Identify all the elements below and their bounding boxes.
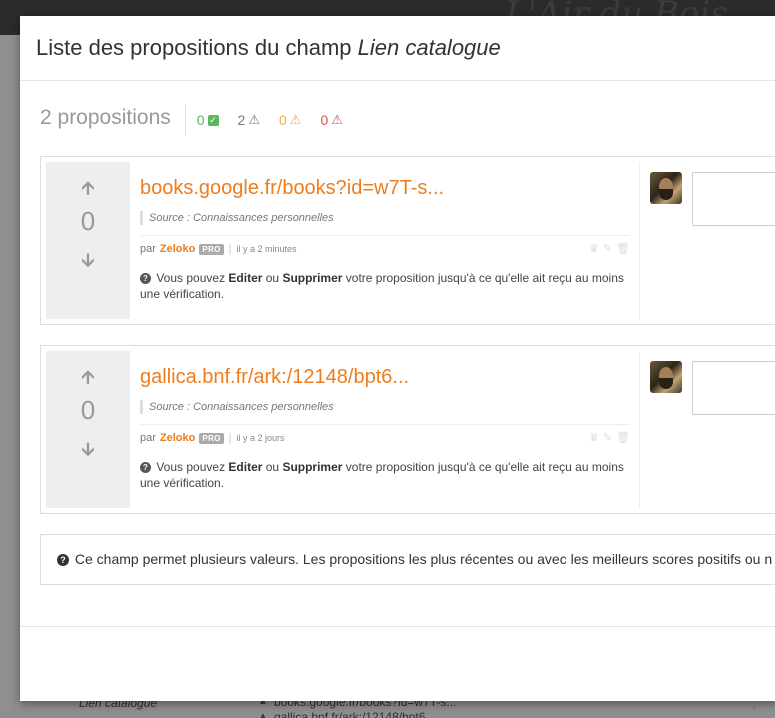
notice-text: ou [262, 460, 283, 474]
divider [140, 424, 630, 425]
edit-word: Editer [228, 460, 263, 474]
divider [140, 235, 630, 236]
proposition-stats: 2 propositions 0 ✓ 2 ⚠ 0 ⚠ 0 ⚠ [40, 104, 343, 136]
modal-title: Liste des propositions du champ Lien cat… [36, 35, 764, 61]
question-circle-icon: ? [57, 554, 69, 566]
proposal-source: Source : Connaissances personnelles [140, 400, 630, 414]
avatar [650, 361, 682, 393]
question-circle-icon: ? [140, 462, 151, 473]
notice-text: Vous pouvez [156, 460, 229, 474]
modal-header: Liste des propositions du champ Lien cat… [20, 16, 775, 81]
meta-separator: | [228, 243, 232, 255]
avatar [650, 172, 682, 204]
proposal-meta: par Zeloko PRO | il y a 2 jours ♛ ✎ 🗑 [140, 431, 630, 445]
vote-score: 0 [80, 395, 96, 425]
proposal-actions: ♛ ✎ 🗑 [589, 242, 630, 255]
trash-icon[interactable]: 🗑 [616, 242, 630, 255]
proposal-link[interactable]: gallica.bnf.fr/ark:/12148/bpt6... [140, 364, 630, 390]
divider [639, 351, 640, 508]
proposal-source: Source : Connaissances personnelles [140, 211, 630, 225]
validated-stat: 0 ✓ [197, 112, 219, 128]
meta-separator: | [228, 432, 232, 444]
by-label: par [140, 243, 156, 255]
info-text: Ce champ permet plusieurs valeurs. Les p… [74, 551, 773, 567]
trash-icon[interactable]: 🗑 [616, 431, 630, 444]
modal-footer [20, 626, 775, 627]
proposal-notice: ? Vous pouvez Editer ou Supprimer votre … [140, 270, 630, 302]
info-box: ? Ce champ permet plusieurs valeurs. Les… [40, 534, 775, 585]
danger-count: 0 [320, 112, 329, 128]
arrow-up-icon[interactable]: 🡩 [46, 365, 130, 395]
comment-input[interactable] [692, 172, 775, 226]
vote-column: 🡩 0 🡫 [46, 162, 130, 319]
warning-triangle-icon: ⚠ [331, 112, 343, 127]
arrow-up-icon[interactable]: 🡩 [46, 176, 130, 206]
delete-word: Supprimer [282, 460, 343, 474]
pencil-icon[interactable]: ✎ [603, 431, 612, 444]
author-link[interactable]: Zeloko [160, 243, 195, 255]
proposal-notice: ? Vous pouvez Editer ou Supprimer votre … [140, 459, 630, 491]
edit-word: Editer [228, 271, 263, 285]
warning-triangle-icon: ⚠ [289, 112, 302, 127]
check-square-icon: ✓ [207, 114, 219, 126]
question-circle-icon: ? [140, 273, 151, 284]
pro-badge: PRO [199, 243, 224, 255]
delete-word: Supprimer [282, 271, 343, 285]
vote-column: 🡩 0 🡫 [46, 351, 130, 508]
proposal-body: gallica.bnf.fr/ark:/12148/bpt6... Source… [140, 364, 630, 491]
arrow-down-icon[interactable]: 🡫 [46, 248, 130, 278]
vote-score: 0 [80, 206, 96, 236]
pro-badge: PRO [199, 432, 224, 444]
proposal-timestamp: il y a 2 jours [236, 433, 285, 443]
validated-count: 0 [196, 112, 205, 128]
notice-text: Vous pouvez [156, 271, 229, 285]
warning-count: 0 [279, 112, 287, 128]
chevron-right-icon[interactable]: › [752, 700, 756, 714]
proposal-actions: ♛ ✎ 🗑 [589, 431, 630, 444]
neutral-count: 2 [237, 112, 246, 128]
background-link[interactable]: gallica.bnf.fr/ark:/12148/bpt6... [274, 710, 435, 718]
proposal-card: 🡩 0 🡫 books.google.fr/books?id=w7T-s... … [40, 156, 775, 325]
crown-icon[interactable]: ♛ [589, 431, 599, 444]
by-label: par [140, 432, 156, 444]
user-icon: ▲ [258, 711, 268, 718]
danger-stat: 0 ⚠ [320, 112, 342, 128]
crown-icon[interactable]: ♛ [589, 242, 599, 255]
neutral-stat: 2 ⚠ [238, 112, 260, 128]
proposal-body: books.google.fr/books?id=w7T-s... Source… [140, 175, 630, 302]
proposal-meta: par Zeloko PRO | il y a 2 minutes ♛ ✎ 🗑 [140, 242, 630, 256]
author-link[interactable]: Zeloko [160, 432, 195, 444]
proposition-count: 2 propositions [40, 104, 186, 136]
propositions-modal: Liste des propositions du champ Lien cat… [20, 16, 775, 701]
warning-stat: 0 ⚠ [279, 112, 301, 128]
modal-title-prefix: Liste des propositions du champ [36, 35, 358, 60]
proposal-card: 🡩 0 🡫 gallica.bnf.fr/ark:/12148/bpt6... … [40, 345, 775, 514]
arrow-down-icon[interactable]: 🡫 [46, 437, 130, 467]
modal-title-field: Lien catalogue [357, 35, 501, 60]
proposal-link[interactable]: books.google.fr/books?id=w7T-s... [140, 175, 630, 201]
pencil-icon[interactable]: ✎ [603, 242, 612, 255]
notice-text: ou [262, 271, 283, 285]
comment-input[interactable] [692, 361, 775, 415]
divider [639, 162, 640, 319]
warning-triangle-icon: ⚠ [248, 112, 260, 127]
proposal-timestamp: il y a 2 minutes [236, 244, 297, 254]
